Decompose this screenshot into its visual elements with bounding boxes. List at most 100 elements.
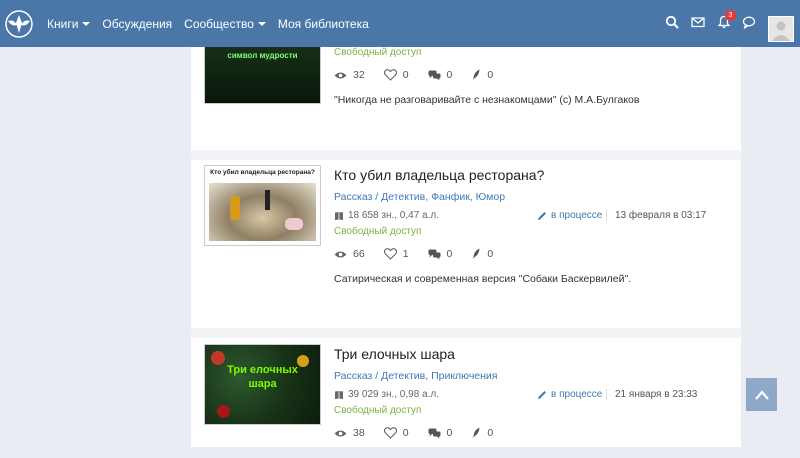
views-count: 38 (353, 427, 365, 439)
nav-discussions-label: Обсуждения (102, 16, 173, 31)
reviews-stat[interactable]: 0 (471, 427, 493, 439)
comments-count: 0 (446, 69, 453, 81)
book-tags: Рассказ / Детектив, Фанфик, Юмор (334, 191, 506, 203)
top-navbar: Книги Обсуждения Сообщество Моя библиоте… (0, 0, 800, 47)
heart-icon (383, 427, 397, 439)
book-description: Сатирическая и современная версия "Собак… (334, 273, 632, 285)
status-link[interactable]: в процессе (537, 210, 602, 221)
likes-stat[interactable]: 0 (383, 69, 409, 81)
views-stat: 66 (334, 248, 365, 260)
nav-my-library-label: Моя библиотека (277, 16, 369, 31)
book-cover-text: Три елочных шара (227, 364, 298, 390)
comments-stat[interactable]: 0 (428, 69, 453, 81)
nav-my-library[interactable]: Моя библиотека (278, 17, 369, 31)
nav-discussions[interactable]: Обсуждения (102, 17, 172, 31)
book-size: 39 029 зн., 0,98 а.л. (334, 389, 439, 400)
chevron-down-icon (82, 21, 91, 26)
chevron-up-icon (754, 389, 769, 400)
tag-link[interactable]: Приключения (431, 370, 497, 382)
comments-icon (428, 249, 441, 259)
eye-icon (334, 430, 347, 436)
book-stats: 66 1 0 0 (334, 248, 512, 260)
reviews-count: 0 (487, 69, 494, 81)
genre-link[interactable]: Рассказ (334, 370, 372, 382)
nav-community-label: Сообщество (184, 16, 254, 31)
feather-icon (472, 69, 480, 81)
notification-badge: 3 (725, 10, 736, 21)
book-date: 21 января в 23:33 (606, 389, 697, 400)
book-title[interactable]: Кто убил владельца ресторана? (334, 167, 544, 183)
likes-count: 1 (402, 248, 409, 260)
feather-icon (472, 427, 480, 439)
book-card: Кто убил владельца ресторана? Кто убил в… (191, 160, 741, 328)
comments-stat[interactable]: 0 (428, 248, 453, 260)
comments-count: 0 (446, 427, 453, 439)
access-label: Свободный доступ (334, 47, 422, 58)
book-date: 13 февраля в 03:17 (606, 210, 706, 221)
bell-icon[interactable]: 3 (717, 10, 736, 31)
eye-icon (334, 72, 347, 78)
reviews-count: 0 (487, 248, 494, 260)
book-cover-text: символ мудрости (227, 51, 298, 60)
status-text: в процессе (551, 210, 603, 221)
tag-link[interactable]: Фанфик (431, 191, 470, 203)
book-cover-text: Кто убил владельца ресторана? (210, 169, 315, 176)
comments-icon (428, 70, 441, 80)
feather-icon (472, 248, 480, 260)
site-logo-icon[interactable] (4, 9, 34, 39)
book-card: Три елочных шара Три елочных шара Расска… (191, 338, 741, 458)
book-title[interactable]: Три елочных шара (334, 346, 455, 362)
pencil-icon (538, 390, 546, 399)
book-size-text: 39 029 зн., 0,98 а.л. (348, 389, 440, 400)
mail-icon[interactable] (691, 15, 707, 31)
likes-stat[interactable]: 1 (383, 248, 409, 260)
access-label: Свободный доступ (334, 226, 422, 237)
pencil-icon (538, 211, 546, 220)
comments-icon (428, 428, 441, 438)
chevron-down-icon (257, 21, 266, 26)
nav-books-label: Книги (47, 16, 79, 31)
main-nav: Книги Обсуждения Сообщество Моя библиоте… (47, 0, 381, 47)
book-tags: Рассказ / Детектив, Приключения (334, 370, 498, 382)
book-stats: 32 0 0 0 (334, 69, 512, 81)
book-stats: 38 0 0 0 (334, 427, 512, 439)
divider (191, 328, 741, 338)
tag-link[interactable]: Юмор (476, 191, 505, 203)
book-cover[interactable]: Три елочных шара (204, 344, 321, 425)
views-count: 66 (353, 248, 365, 260)
status-text: в процессе (551, 389, 603, 400)
reviews-count: 0 (487, 427, 494, 439)
book-size: 18 658 зн., 0,47 а.л. (334, 210, 439, 221)
book-icon (335, 390, 343, 399)
comments-count: 0 (446, 248, 453, 260)
views-stat: 32 (334, 69, 365, 81)
views-count: 32 (353, 69, 365, 81)
heart-icon (383, 248, 397, 260)
book-size-text: 18 658 зн., 0,47 а.л. (348, 210, 440, 221)
tag-link[interactable]: Детектив (381, 370, 425, 382)
book-description: "Никогда не разговаривайте с незнакомцам… (334, 94, 640, 106)
likes-count: 0 (402, 427, 409, 439)
nav-community[interactable]: Сообщество (184, 17, 266, 31)
views-stat: 38 (334, 427, 365, 439)
access-label: Свободный доступ (334, 405, 422, 416)
status-link[interactable]: в процессе (537, 389, 602, 400)
reviews-stat[interactable]: 0 (471, 248, 493, 260)
book-list: символ мудрости Свободный доступ 32 0 0 … (191, 23, 741, 447)
likes-stat[interactable]: 0 (383, 427, 409, 439)
heart-icon (383, 69, 397, 81)
nav-books[interactable]: Книги (47, 16, 91, 31)
comments-stat[interactable]: 0 (428, 427, 453, 439)
book-icon (335, 211, 343, 220)
book-cover[interactable]: Кто убил владельца ресторана? (204, 165, 321, 246)
search-icon[interactable] (665, 15, 681, 31)
reviews-stat[interactable]: 0 (471, 69, 493, 81)
tag-link[interactable]: Детектив (381, 191, 425, 203)
book-card: символ мудрости Свободный доступ 32 0 0 … (191, 23, 741, 150)
genre-link[interactable]: Рассказ (334, 191, 372, 203)
eye-icon (334, 251, 347, 257)
user-avatar[interactable] (768, 16, 794, 42)
chat-icon[interactable] (742, 15, 758, 31)
scroll-to-top-button[interactable] (746, 378, 777, 411)
divider (191, 150, 741, 160)
